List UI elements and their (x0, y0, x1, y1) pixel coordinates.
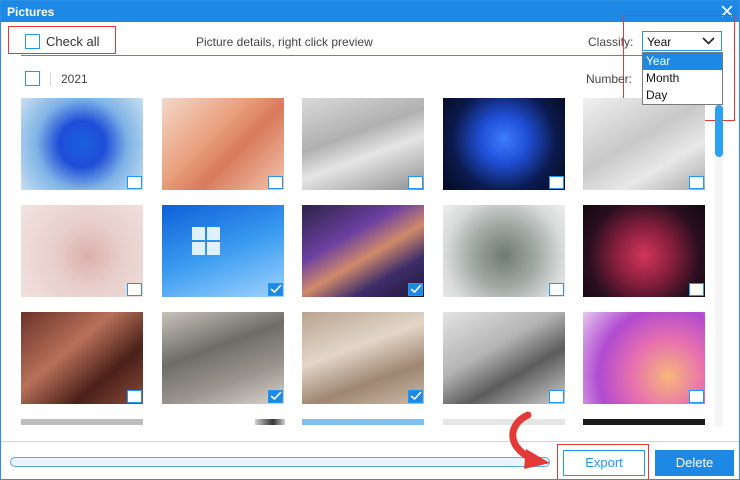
thumbnail-tile[interactable] (21, 419, 143, 425)
checkmark-icon (270, 391, 282, 401)
thumbnail-checkbox[interactable] (408, 390, 423, 403)
check-all-checkbox[interactable] (25, 34, 40, 49)
classify-option-day[interactable]: Day (643, 87, 722, 104)
export-progress-bar (10, 457, 550, 467)
thumbnail-checkbox[interactable] (689, 176, 704, 189)
thumbnail-checkbox[interactable] (549, 283, 564, 296)
title-bar: Pictures (1, 1, 739, 22)
thumbnail-checkbox[interactable] (268, 390, 283, 403)
thumbnail-checkbox[interactable] (549, 390, 564, 403)
group-header: 2021 (25, 71, 88, 86)
export-button[interactable]: Export (563, 450, 645, 476)
preview-hint: Picture details, right click preview (196, 35, 373, 49)
thumbnail-tile[interactable] (162, 312, 284, 404)
check-all-control[interactable]: Check all (25, 34, 99, 49)
group-year: 2021 (61, 71, 88, 86)
thumbnail-tile[interactable] (255, 419, 285, 425)
delete-button[interactable]: Delete (655, 450, 734, 476)
thumbnail-checkbox[interactable] (549, 176, 564, 189)
classify-selected-value: Year (647, 35, 672, 49)
thumbnail-tile[interactable] (443, 98, 565, 190)
group-separator (50, 71, 51, 86)
thumbnail-checkbox[interactable] (689, 390, 704, 403)
thumbnail-tile[interactable] (21, 205, 143, 297)
thumbnail-tile[interactable] (583, 205, 705, 297)
classify-dropdown-list: Year Month Day (642, 52, 723, 105)
windows-logo-icon (192, 227, 220, 255)
toolbar-divider (21, 55, 721, 56)
curved-arrow-icon (509, 411, 550, 469)
grid-scrollbar[interactable] (715, 97, 723, 427)
group-checkbox[interactable] (25, 71, 40, 86)
classify-option-year[interactable]: Year (643, 53, 722, 70)
scrollbar-thumb[interactable] (715, 105, 723, 157)
classify-option-month[interactable]: Month (643, 70, 722, 87)
thumbnail-tile[interactable] (583, 98, 705, 190)
thumbnail-tile[interactable] (443, 312, 565, 404)
thumbnail-tile[interactable] (21, 98, 143, 190)
thumbnail-tile[interactable] (162, 205, 284, 297)
thumbnail-checkbox[interactable] (127, 390, 142, 403)
thumbnail-tile[interactable] (302, 419, 424, 425)
thumbnail-checkbox[interactable] (268, 283, 283, 296)
thumbnail-tile[interactable] (583, 419, 705, 425)
chevron-down-icon (702, 37, 715, 45)
thumbnail-tile[interactable] (162, 98, 284, 190)
thumbnail-checkbox[interactable] (268, 176, 283, 189)
classify-select[interactable]: Year (642, 31, 722, 51)
thumbnail-checkbox[interactable] (127, 176, 142, 189)
thumbnail-tile[interactable] (302, 312, 424, 404)
classify-label: Classify: (588, 35, 634, 49)
thumbnail-checkbox[interactable] (408, 176, 423, 189)
checkmark-icon (270, 284, 282, 294)
thumbnail-tile[interactable] (21, 312, 143, 404)
thumbnail-tile[interactable] (302, 98, 424, 190)
pictures-window: Pictures Check all Picture details, righ… (0, 0, 740, 480)
checkmark-icon (410, 284, 422, 294)
thumbnail-checkbox[interactable] (408, 283, 423, 296)
window-title: Pictures (7, 5, 55, 19)
thumbnail-tile[interactable] (302, 205, 424, 297)
thumbnail-tile[interactable] (443, 205, 565, 297)
checkmark-icon (410, 391, 422, 401)
thumbnail-checkbox[interactable] (689, 283, 704, 296)
number-label: Number: (586, 72, 633, 86)
thumbnail-tile[interactable] (583, 312, 705, 404)
check-all-label: Check all (46, 34, 100, 49)
thumbnail-checkbox[interactable] (127, 283, 142, 296)
footer-divider (1, 441, 739, 442)
close-icon[interactable] (719, 3, 735, 19)
